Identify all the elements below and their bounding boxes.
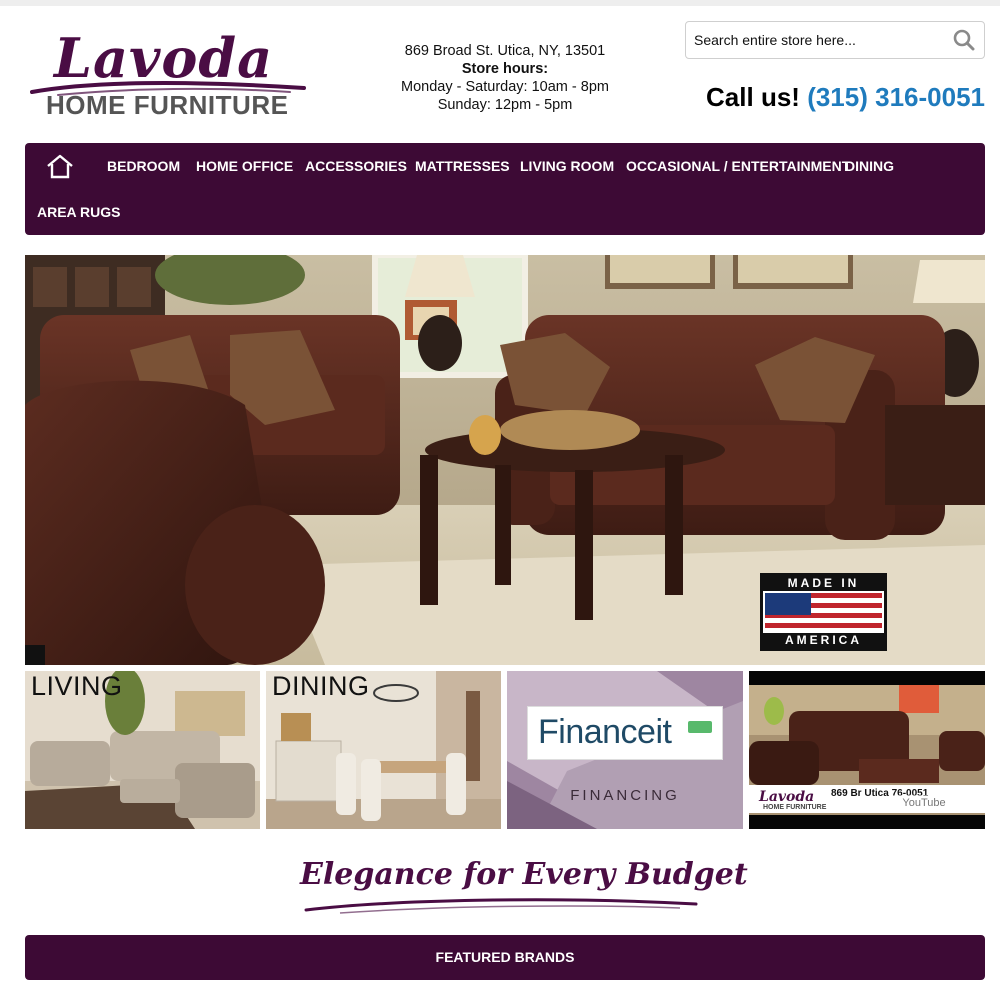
tagline: Elegance for Every Budget bbox=[300, 857, 748, 892]
call-us: Call us! (315) 316-0051 bbox=[700, 82, 985, 113]
youtube-watermark: YouTube bbox=[889, 795, 959, 811]
badge-top-text: MADE IN bbox=[763, 576, 884, 591]
nav-mattresses[interactable]: MATTRESSES bbox=[415, 158, 510, 174]
slider-control[interactable] bbox=[25, 645, 45, 665]
video-logo-subtitle: HOME FURNITURE bbox=[763, 804, 827, 811]
phone-link[interactable]: (315) 316-0051 bbox=[807, 82, 985, 112]
tile-financing[interactable]: Financeit FINANCING bbox=[507, 671, 743, 829]
nav-dining[interactable]: DINING bbox=[845, 158, 894, 174]
nav-area-rugs[interactable]: AREA RUGS bbox=[37, 204, 121, 220]
tile-living[interactable]: LIVING bbox=[25, 671, 260, 829]
store-address: 869 Broad St. Utica, NY, 13501 bbox=[404, 43, 606, 59]
us-flag-icon bbox=[765, 593, 882, 633]
tile-living-label: LIVING bbox=[31, 671, 123, 701]
video-logo-text: Lavoda bbox=[759, 789, 815, 805]
badge-bottom-text: AMERICA bbox=[763, 633, 884, 648]
financeit-logo: Financeit bbox=[527, 706, 723, 760]
tile-dining[interactable]: DINING bbox=[266, 671, 501, 829]
financeit-flag-icon bbox=[688, 721, 712, 733]
video-caption: Lavoda HOME FURNITURE 869 Br Utica 76-00… bbox=[749, 785, 985, 813]
nav-occasional-entertainment[interactable]: OCCASIONAL / ENTERTAINMENT bbox=[626, 158, 850, 174]
logo-subtitle: HOME FURNITURE bbox=[46, 90, 289, 120]
call-us-label: Call us! bbox=[706, 82, 800, 112]
store-hours-weekday: Monday - Saturday: 10am - 8pm bbox=[401, 79, 609, 95]
tagline-swoosh bbox=[304, 898, 698, 914]
financeit-logo-text: Financeit bbox=[538, 713, 672, 751]
hero-slider[interactable]: MADE IN AMERICA bbox=[25, 255, 985, 665]
nav-living-room[interactable]: LIVING ROOM bbox=[520, 158, 614, 174]
search-box bbox=[685, 21, 985, 59]
tile-dining-label: DINING bbox=[272, 671, 370, 701]
main-nav: BEDROOM HOME OFFICE ACCESSORIES MATTRESS… bbox=[25, 143, 985, 235]
tile-video[interactable]: Lavoda HOME FURNITURE 869 Br Utica 76-00… bbox=[749, 671, 985, 829]
nav-accessories[interactable]: ACCESSORIES bbox=[305, 158, 407, 174]
made-in-america-badge: MADE IN AMERICA bbox=[760, 573, 887, 651]
nav-bedroom[interactable]: BEDROOM bbox=[107, 158, 180, 174]
store-info: 869 Broad St. Utica, NY, 13501 Store hou… bbox=[380, 42, 630, 114]
home-icon[interactable] bbox=[45, 154, 75, 180]
search-icon bbox=[953, 29, 975, 51]
search-input[interactable] bbox=[686, 22, 944, 58]
store-hours-sunday: Sunday: 12pm - 5pm bbox=[437, 97, 573, 113]
financing-label: FINANCING bbox=[570, 787, 680, 804]
video-top-bar bbox=[749, 671, 985, 685]
search-button[interactable] bbox=[944, 22, 984, 58]
video-bottom-bar bbox=[749, 815, 985, 829]
site-logo[interactable]: Lavoda HOME FURNITURE bbox=[28, 26, 308, 126]
top-border bbox=[0, 0, 1000, 6]
nav-home-office[interactable]: HOME OFFICE bbox=[196, 158, 293, 174]
store-hours-title: Store hours: bbox=[461, 61, 549, 77]
featured-brands-button[interactable]: FEATURED BRANDS bbox=[25, 935, 985, 980]
